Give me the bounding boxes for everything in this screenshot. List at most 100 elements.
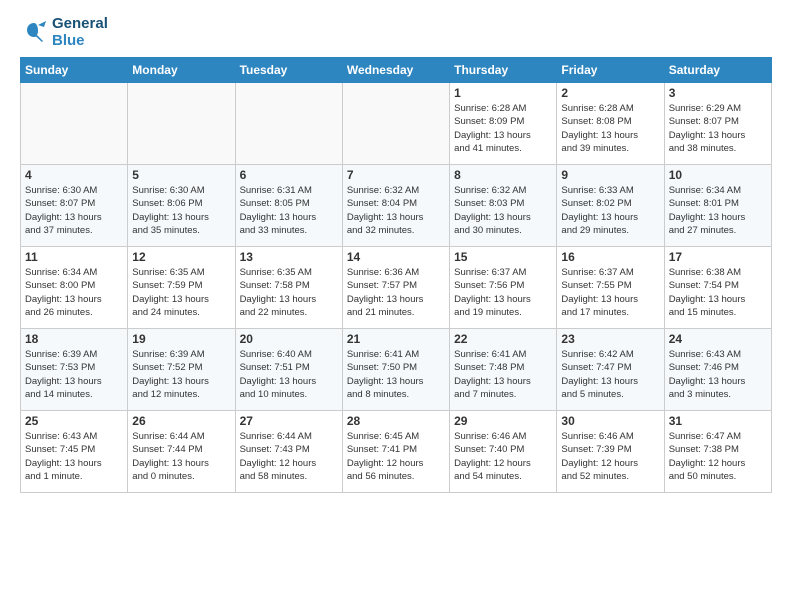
calendar-cell: 17 Sunrise: 6:38 AM Sunset: 7:54 PM Dayli…: [664, 247, 771, 329]
day-number: 21: [347, 332, 445, 346]
day-info: Sunrise: 6:34 AM Sunset: 8:01 PM Dayligh…: [669, 184, 767, 237]
calendar-cell: 27 Sunrise: 6:44 AM Sunset: 7:43 PM Dayli…: [235, 411, 342, 493]
calendar-cell: 1Sunrise: 6:28 AM Sunset: 8:09 PM Daylig…: [450, 83, 557, 165]
calendar-cell: 26 Sunrise: 6:44 AM Sunset: 7:44 PM Dayli…: [128, 411, 235, 493]
day-number: 25: [25, 414, 123, 428]
calendar-cell: [235, 83, 342, 165]
calendar-week-2: 4 Sunrise: 6:30 AM Sunset: 8:07 PM Daylig…: [21, 165, 772, 247]
day-info: Sunrise: 6:44 AM Sunset: 7:44 PM Dayligh…: [132, 430, 230, 483]
day-info: Sunrise: 6:38 AM Sunset: 7:54 PM Dayligh…: [669, 266, 767, 319]
calendar-cell: 8 Sunrise: 6:32 AM Sunset: 8:03 PM Daylig…: [450, 165, 557, 247]
day-number: 18: [25, 332, 123, 346]
weekday-header-monday: Monday: [128, 58, 235, 83]
day-number: 2: [561, 86, 659, 100]
day-info: Sunrise: 6:30 AM Sunset: 8:06 PM Dayligh…: [132, 184, 230, 237]
day-number: 3: [669, 86, 767, 100]
day-number: 20: [240, 332, 338, 346]
weekday-header-saturday: Saturday: [664, 58, 771, 83]
day-number: 8: [454, 168, 552, 182]
calendar-cell: 28 Sunrise: 6:45 AM Sunset: 7:41 PM Dayli…: [342, 411, 449, 493]
day-info: Sunrise: 6:31 AM Sunset: 8:05 PM Dayligh…: [240, 184, 338, 237]
day-number: 4: [25, 168, 123, 182]
day-info: Sunrise: 6:35 AM Sunset: 7:58 PM Dayligh…: [240, 266, 338, 319]
day-number: 23: [561, 332, 659, 346]
day-info: Sunrise: 6:30 AM Sunset: 8:07 PM Dayligh…: [25, 184, 123, 237]
day-number: 17: [669, 250, 767, 264]
calendar-week-3: 11 Sunrise: 6:34 AM Sunset: 8:00 PM Dayli…: [21, 247, 772, 329]
calendar-cell: 30 Sunrise: 6:46 AM Sunset: 7:39 PM Dayli…: [557, 411, 664, 493]
day-number: 30: [561, 414, 659, 428]
calendar-cell: 29 Sunrise: 6:46 AM Sunset: 7:40 PM Dayli…: [450, 411, 557, 493]
day-info: Sunrise: 6:34 AM Sunset: 8:00 PM Dayligh…: [25, 266, 123, 319]
calendar-cell: 12 Sunrise: 6:35 AM Sunset: 7:59 PM Dayli…: [128, 247, 235, 329]
day-number: 26: [132, 414, 230, 428]
header: General Blue: [20, 16, 772, 49]
day-info: Sunrise: 6:40 AM Sunset: 7:51 PM Dayligh…: [240, 348, 338, 401]
calendar-cell: 20 Sunrise: 6:40 AM Sunset: 7:51 PM Dayli…: [235, 329, 342, 411]
calendar-cell: 23Sunrise: 6:42 AM Sunset: 7:47 PM Dayli…: [557, 329, 664, 411]
day-info: Sunrise: 6:46 AM Sunset: 7:39 PM Dayligh…: [561, 430, 659, 483]
day-number: 1: [454, 86, 552, 100]
day-info: Sunrise: 6:47 AM Sunset: 7:38 PM Dayligh…: [669, 430, 767, 483]
weekday-header-friday: Friday: [557, 58, 664, 83]
calendar-cell: 24 Sunrise: 6:43 AM Sunset: 7:46 PM Dayli…: [664, 329, 771, 411]
day-info: Sunrise: 6:45 AM Sunset: 7:41 PM Dayligh…: [347, 430, 445, 483]
day-number: 19: [132, 332, 230, 346]
day-number: 9: [561, 168, 659, 182]
calendar-cell: 18 Sunrise: 6:39 AM Sunset: 7:53 PM Dayli…: [21, 329, 128, 411]
day-info: Sunrise: 6:32 AM Sunset: 8:04 PM Dayligh…: [347, 184, 445, 237]
day-number: 24: [669, 332, 767, 346]
day-info: Sunrise: 6:37 AM Sunset: 7:56 PM Dayligh…: [454, 266, 552, 319]
calendar-week-1: 1Sunrise: 6:28 AM Sunset: 8:09 PM Daylig…: [21, 83, 772, 165]
day-number: 7: [347, 168, 445, 182]
day-number: 5: [132, 168, 230, 182]
day-info: Sunrise: 6:32 AM Sunset: 8:03 PM Dayligh…: [454, 184, 552, 237]
logo: General Blue: [20, 16, 108, 49]
calendar-cell: 25Sunrise: 6:43 AM Sunset: 7:45 PM Dayli…: [21, 411, 128, 493]
calendar-cell: 14 Sunrise: 6:36 AM Sunset: 7:57 PM Dayli…: [342, 247, 449, 329]
calendar-cell: 31Sunrise: 6:47 AM Sunset: 7:38 PM Dayli…: [664, 411, 771, 493]
calendar-cell: 4 Sunrise: 6:30 AM Sunset: 8:07 PM Daylig…: [21, 165, 128, 247]
day-info: Sunrise: 6:44 AM Sunset: 7:43 PM Dayligh…: [240, 430, 338, 483]
day-number: 29: [454, 414, 552, 428]
day-info: Sunrise: 6:36 AM Sunset: 7:57 PM Dayligh…: [347, 266, 445, 319]
calendar-cell: 9 Sunrise: 6:33 AM Sunset: 8:02 PM Daylig…: [557, 165, 664, 247]
day-info: Sunrise: 6:39 AM Sunset: 7:53 PM Dayligh…: [25, 348, 123, 401]
day-number: 28: [347, 414, 445, 428]
calendar-cell: 16 Sunrise: 6:37 AM Sunset: 7:55 PM Dayli…: [557, 247, 664, 329]
day-info: Sunrise: 6:28 AM Sunset: 8:08 PM Dayligh…: [561, 102, 659, 155]
calendar-week-4: 18 Sunrise: 6:39 AM Sunset: 7:53 PM Dayli…: [21, 329, 772, 411]
day-number: 15: [454, 250, 552, 264]
day-info: Sunrise: 6:46 AM Sunset: 7:40 PM Dayligh…: [454, 430, 552, 483]
calendar-cell: [21, 83, 128, 165]
calendar-cell: 10 Sunrise: 6:34 AM Sunset: 8:01 PM Dayli…: [664, 165, 771, 247]
day-number: 10: [669, 168, 767, 182]
day-number: 11: [25, 250, 123, 264]
day-info: Sunrise: 6:33 AM Sunset: 8:02 PM Dayligh…: [561, 184, 659, 237]
day-info: Sunrise: 6:39 AM Sunset: 7:52 PM Dayligh…: [132, 348, 230, 401]
day-info: Sunrise: 6:35 AM Sunset: 7:59 PM Dayligh…: [132, 266, 230, 319]
calendar-cell: 15 Sunrise: 6:37 AM Sunset: 7:56 PM Dayli…: [450, 247, 557, 329]
day-number: 27: [240, 414, 338, 428]
day-number: 16: [561, 250, 659, 264]
calendar-page: General Blue SundayMondayTuesdayWednesda…: [0, 0, 792, 612]
day-number: 13: [240, 250, 338, 264]
calendar-cell: 21Sunrise: 6:41 AM Sunset: 7:50 PM Dayli…: [342, 329, 449, 411]
weekday-header-tuesday: Tuesday: [235, 58, 342, 83]
calendar-cell: [342, 83, 449, 165]
day-number: 12: [132, 250, 230, 264]
day-number: 14: [347, 250, 445, 264]
calendar-cell: 13 Sunrise: 6:35 AM Sunset: 7:58 PM Dayli…: [235, 247, 342, 329]
calendar-cell: 7 Sunrise: 6:32 AM Sunset: 8:04 PM Daylig…: [342, 165, 449, 247]
calendar-week-5: 25Sunrise: 6:43 AM Sunset: 7:45 PM Dayli…: [21, 411, 772, 493]
calendar-cell: 5 Sunrise: 6:30 AM Sunset: 8:06 PM Daylig…: [128, 165, 235, 247]
day-info: Sunrise: 6:29 AM Sunset: 8:07 PM Dayligh…: [669, 102, 767, 155]
day-number: 22: [454, 332, 552, 346]
day-info: Sunrise: 6:43 AM Sunset: 7:46 PM Dayligh…: [669, 348, 767, 401]
calendar-cell: 19 Sunrise: 6:39 AM Sunset: 7:52 PM Dayli…: [128, 329, 235, 411]
day-info: Sunrise: 6:37 AM Sunset: 7:55 PM Dayligh…: [561, 266, 659, 319]
calendar-table: SundayMondayTuesdayWednesdayThursdayFrid…: [20, 57, 772, 493]
calendar-cell: 6Sunrise: 6:31 AM Sunset: 8:05 PM Daylig…: [235, 165, 342, 247]
day-info: Sunrise: 6:41 AM Sunset: 7:48 PM Dayligh…: [454, 348, 552, 401]
weekday-header-row: SundayMondayTuesdayWednesdayThursdayFrid…: [21, 58, 772, 83]
